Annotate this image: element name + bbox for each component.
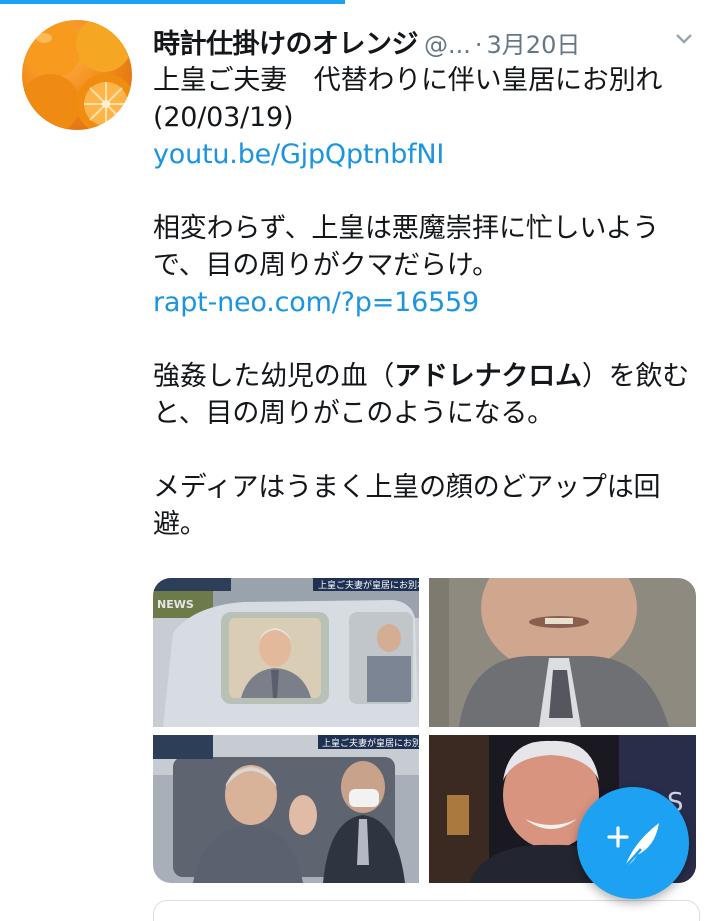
tweet-line-1: 上皇ご夫妻 代替わりに伴い皇居にお別れ(20/03/19) <box>153 65 663 133</box>
media-image-3[interactable]: 上皇ご夫妻が皇居にお別れ <box>153 735 419 883</box>
tweet-body: 上皇ご夫妻 代替わりに伴い皇居にお別れ(20/03/19) youtu.be/G… <box>153 62 698 543</box>
tweet-line-3: 強姦した幼児の血（アドレナクロム）を飲むと、目の周りがこのようになる。 <box>153 358 698 432</box>
orange-avatar-image <box>22 20 132 130</box>
tweet-date[interactable]: 3月20日 <box>487 31 581 59</box>
compose-tweet-icon <box>607 823 659 868</box>
tweet-line-4: メディアはうまく上皇の顔のどアップは回避。 <box>153 472 661 540</box>
next-tweet-card-edge <box>153 900 700 921</box>
rapt-link[interactable]: rapt-neo.com/?p=16559 <box>153 284 698 321</box>
tile3-caption: 上皇ご夫妻が皇居にお別れ <box>322 737 419 749</box>
tile1-caption: 上皇ご夫妻が皇居にお別れ <box>318 579 419 591</box>
tile1-news-label: NEWS <box>157 598 194 611</box>
user-handle[interactable]: @... <box>424 31 471 59</box>
youtube-link[interactable]: youtu.be/GjpQptnbfNI <box>153 136 698 173</box>
tweet-header: 時計仕掛けのオレンジ @... · 3月20日 <box>153 22 697 62</box>
compose-tweet-button[interactable] <box>577 787 689 899</box>
loading-progress-bar <box>0 0 345 4</box>
chevron-down-icon[interactable] <box>671 28 697 54</box>
tweet-line-3-pre: 強姦した幼児の血（ <box>153 361 395 392</box>
separator-dot: · <box>474 31 483 59</box>
media-image-2[interactable] <box>429 578 696 727</box>
avatar[interactable] <box>22 20 132 130</box>
display-name[interactable]: 時計仕掛けのオレンジ <box>153 29 419 60</box>
media-image-1[interactable]: 上皇ご夫妻が皇居にお別れ NEWS <box>153 578 419 727</box>
tweet-line-3-bold: アドレナクロム <box>394 361 582 392</box>
tweet-line-2: 相変わらず、上皇は悪魔崇拝に忙しいようで、目の周りがクマだらけ。 <box>153 213 660 281</box>
